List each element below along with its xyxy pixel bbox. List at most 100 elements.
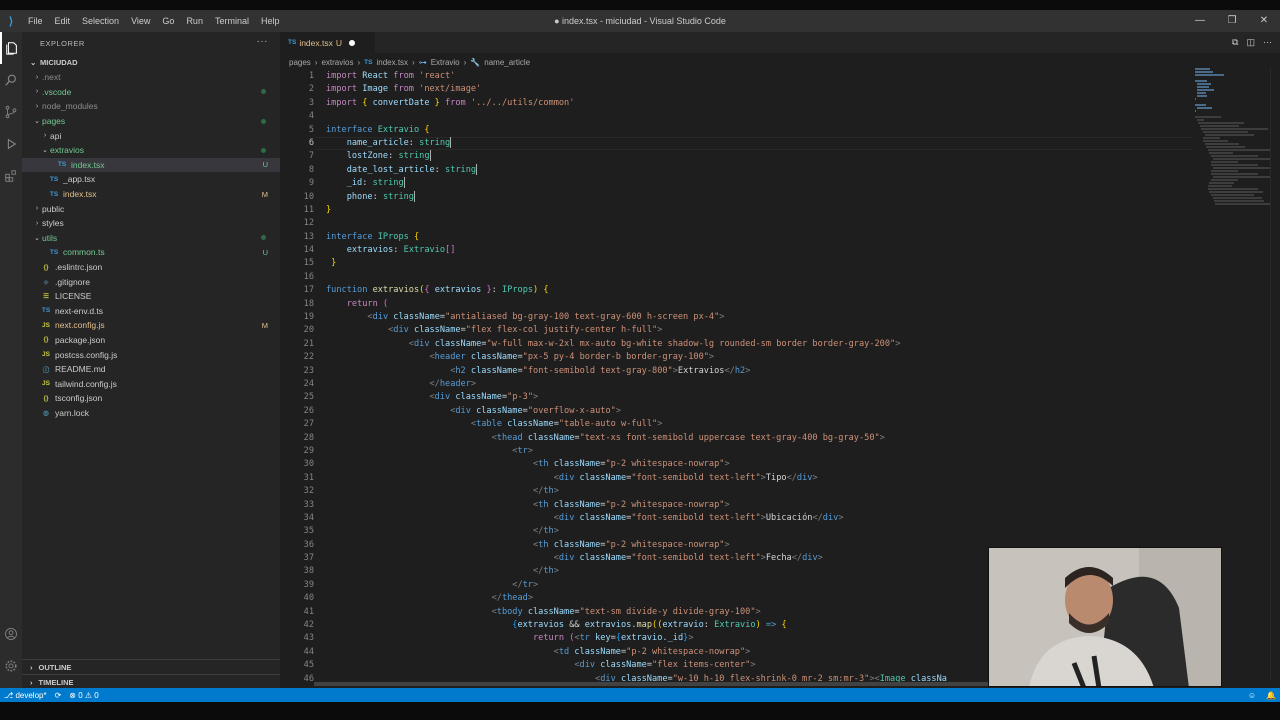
menu-file[interactable]: File (22, 16, 49, 26)
tree-file[interactable]: {} package.json (22, 333, 280, 348)
code-line[interactable]: 24 </header> (280, 378, 1200, 391)
sync-icon[interactable]: ⟳ (55, 691, 62, 700)
more-actions-icon[interactable]: ··· (1263, 37, 1272, 48)
tree-folder[interactable]: ⌄ pages (22, 114, 280, 129)
code-line[interactable]: 3 import { convertDate } from '../../util… (280, 97, 1200, 110)
more-actions-icon[interactable]: ··· (257, 36, 269, 47)
code-line[interactable]: 19 <div className="antialiased bg-gray-1… (280, 311, 1200, 324)
code-line[interactable]: 35 </th> (280, 525, 1200, 538)
search-icon[interactable] (0, 64, 22, 96)
code-line[interactable]: 21 <div className="w-full max-w-2xl mx-a… (280, 338, 1200, 351)
line-number: 16 (303, 271, 314, 282)
code-line[interactable]: 11} (280, 204, 1200, 217)
git-branch[interactable]: ⎇ develop* (0, 691, 47, 700)
tree-folder[interactable]: ⌄ utils (22, 231, 280, 246)
menu-terminal[interactable]: Terminal (209, 16, 255, 26)
code-line[interactable]: 23 <h2 className="font-semibold text-gra… (280, 365, 1200, 378)
close-icon[interactable]: ✕ (1248, 10, 1280, 32)
code-line[interactable]: 30 <th className="p-2 whitespace-nowrap"… (280, 458, 1200, 471)
account-icon[interactable] (0, 618, 22, 650)
code-line[interactable]: 17 function extravios({ extravios }: IPro… (280, 284, 1200, 297)
outline-section[interactable]: › OUTLINE (22, 659, 280, 674)
tree-folder[interactable]: › .vscode (22, 85, 280, 100)
breadcrumb-item[interactable]: index.tsx (376, 58, 408, 67)
code-line[interactable]: 13 interface IProps { (280, 231, 1200, 244)
tree-file[interactable]: {} .eslintrc.json (22, 260, 280, 275)
tree-file[interactable]: JS next.config.js M (22, 318, 280, 333)
notifications-bell-icon[interactable]: 🔔 (1266, 691, 1276, 700)
tree-folder[interactable]: › node_modules (22, 99, 280, 114)
tree-file[interactable]: TS _app.tsx (22, 172, 280, 187)
code-line[interactable]: 10 phone: string (280, 190, 1200, 204)
code-line[interactable]: 9 _id: string (280, 177, 1200, 190)
code-line[interactable]: 4 (280, 110, 1200, 123)
horizontal-scrollbar[interactable] (314, 682, 1014, 686)
code-line[interactable]: 27 <table className="table-auto w-full"> (280, 418, 1200, 431)
restore-icon[interactable]: ❐ (1216, 10, 1248, 32)
code-line[interactable]: 31 <div className="font-semibold text-le… (280, 472, 1200, 485)
breadcrumb-item[interactable]: name_article (484, 58, 530, 67)
tab-index-tsx[interactable]: TS index.tsx U (280, 32, 375, 53)
code-line[interactable]: 20 <div className="flex flex-col justify… (280, 324, 1200, 337)
workspace-root[interactable]: ⌄ MICIUDAD (22, 54, 280, 70)
tree-file[interactable]: {} tsconfig.json (22, 391, 280, 406)
code-line[interactable]: 22 <header className="px-5 py-4 border-b… (280, 351, 1200, 364)
tree-folder[interactable]: ⌄ extravios (22, 143, 280, 158)
menu-selection[interactable]: Selection (76, 16, 125, 26)
unsaved-dot-icon[interactable] (349, 40, 355, 46)
code-line[interactable]: 34 <div className="font-semibold text-le… (280, 512, 1200, 525)
code-line[interactable]: 29 <tr> (280, 445, 1200, 458)
breadcrumb-item[interactable]: pages (289, 58, 311, 67)
tree-file[interactable]: JS postcss.config.js (22, 347, 280, 362)
menu-help[interactable]: Help (255, 16, 286, 26)
tree-folder[interactable]: › styles (22, 216, 280, 231)
source-control-icon[interactable] (0, 96, 22, 128)
extensions-icon[interactable] (0, 160, 22, 192)
code-line[interactable]: 5 interface Extravio { (280, 124, 1200, 137)
split-editor-icon[interactable]: ◫ (1246, 37, 1255, 48)
settings-gear-icon[interactable] (0, 650, 22, 682)
code-line[interactable]: 8 date_lost_article: string (280, 163, 1200, 177)
code-line[interactable]: 32 </th> (280, 485, 1200, 498)
code-line[interactable]: 1 import React from 'react' (280, 70, 1200, 83)
menu-edit[interactable]: Edit (49, 16, 77, 26)
code-line[interactable]: 7 lostZone: string (280, 150, 1200, 163)
tree-file[interactable]: TS index.tsx U (22, 157, 280, 173)
code-line[interactable]: 33 <th className="p-2 whitespace-nowrap"… (280, 499, 1200, 512)
code-line[interactable]: 6 name_article: string (280, 136, 1200, 150)
code-line[interactable]: 15 } (280, 257, 1200, 270)
tree-file[interactable]: ◎ yarn.lock (22, 406, 280, 421)
tree-folder[interactable]: › public (22, 201, 280, 216)
menu-view[interactable]: View (125, 16, 156, 26)
tree-file[interactable]: TS index.tsx M (22, 187, 280, 202)
tree-file[interactable]: JS tailwind.config.js (22, 376, 280, 391)
tree-file[interactable]: TS next-env.d.ts (22, 304, 280, 319)
code-line[interactable]: 28 <thead className="text-xs font-semibo… (280, 432, 1200, 445)
compare-changes-icon[interactable]: ⧉ (1232, 37, 1238, 48)
feedback-icon[interactable]: ☺ (1248, 691, 1256, 700)
tree-file[interactable]: ⓘ README.md (22, 362, 280, 377)
code-line[interactable]: 25 <div className="p-3"> (280, 391, 1200, 404)
tree-folder[interactable]: › .next (22, 70, 280, 85)
code-line[interactable]: 18 return ( (280, 298, 1200, 311)
minimap-line (1209, 152, 1234, 154)
tree-file[interactable]: ☰ LICENSE (22, 289, 280, 304)
timeline-section[interactable]: › TIMELINE (22, 674, 280, 689)
tree-folder[interactable]: › api (22, 128, 280, 143)
problems-indicator[interactable]: ⊗ 0 ⚠ 0 (69, 691, 98, 700)
breadcrumb-item[interactable]: extravios (321, 58, 353, 67)
code-line[interactable]: 12 (280, 217, 1200, 230)
breadcrumb-item[interactable]: Extravio (431, 58, 460, 67)
code-line[interactable]: 14 extravios: Extravio[] (280, 244, 1200, 257)
tree-file[interactable]: TS common.ts U (22, 245, 280, 260)
vertical-scrollbar[interactable] (1270, 68, 1280, 680)
explorer-icon[interactable] (0, 32, 22, 64)
code-line[interactable]: 16 (280, 271, 1200, 284)
menu-run[interactable]: Run (180, 16, 209, 26)
tree-file[interactable]: ◆ .gitignore (22, 274, 280, 289)
minimize-icon[interactable]: — (1184, 10, 1216, 32)
menu-go[interactable]: Go (156, 16, 180, 26)
run-debug-icon[interactable] (0, 128, 22, 160)
code-line[interactable]: 26 <div className="overflow-x-auto"> (280, 405, 1200, 418)
code-line[interactable]: 2 import Image from 'next/image' (280, 83, 1200, 96)
